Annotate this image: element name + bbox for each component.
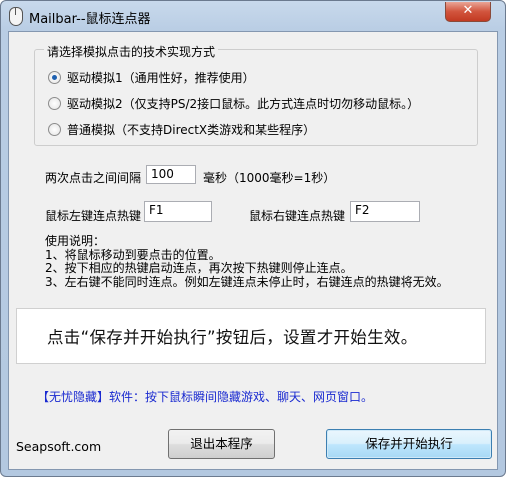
instruction-line: 2、按下相应的热键启动连点，再次按下热键则停止连点。 — [45, 261, 353, 275]
radio-checked-icon[interactable] — [48, 70, 61, 84]
radio-unchecked-icon[interactable] — [48, 122, 61, 136]
radio-option-driver-2[interactable]: 驱动模拟2（仅支持PS/2接口鼠标。此方式连点时切勿移动鼠标。） — [48, 95, 419, 111]
notice-text: 点击“保存并开始执行”按钮后，设置才开始生效。 — [47, 328, 418, 347]
promo-link[interactable]: 【无忧隐藏】软件：按下鼠标瞬间隐藏游戏、聊天、网页窗口。 — [37, 388, 373, 405]
right-hotkey-input[interactable]: F2 — [350, 201, 420, 222]
app-window: Mailbar--鼠标连点器 ✕ 请选择模拟点击的技术实现方式 驱动模拟1（通用… — [0, 0, 506, 477]
radio-option-driver-1[interactable]: 驱动模拟1（通用性好，推荐使用） — [48, 69, 255, 85]
instruction-line: 3、左右键不能同时连点。例如左键连点未停止时，右键连点的热键将无效。 — [45, 274, 449, 289]
radio-option-normal[interactable]: 普通模拟（不支持DirectX类游戏和某些程序） — [48, 121, 315, 137]
method-group-title: 请选择模拟点击的技术实现方式 — [44, 43, 219, 60]
close-button[interactable]: ✕ — [445, 2, 491, 22]
mouse-icon — [9, 7, 23, 26]
radio-unchecked-icon[interactable] — [48, 96, 61, 110]
interval-input[interactable]: 100 — [146, 165, 196, 184]
interval-label: 两次点击之间间隔 — [45, 171, 142, 185]
window-title: Mailbar--鼠标连点器 — [29, 12, 151, 27]
radio-label: 驱动模拟2（仅支持PS/2接口鼠标。此方式连点时切勿移动鼠标。） — [67, 96, 420, 111]
left-hotkey-label: 鼠标左键连点热键 — [45, 209, 142, 223]
radio-label: 驱动模拟1（通用性好，推荐使用） — [67, 70, 255, 85]
left-hotkey-input[interactable]: F1 — [144, 201, 212, 222]
client-area: 请选择模拟点击的技术实现方式 驱动模拟1（通用性好，推荐使用） 驱动模拟2（仅支… — [8, 31, 498, 470]
notice-panel: 点击“保存并开始执行”按钮后，设置才开始生效。 — [16, 308, 486, 364]
instructions: 使用说明： 1、将鼠标移动到要点击的位置。 2、按下相应的热键启动连点，再次按下… — [45, 234, 449, 289]
exit-button[interactable]: 退出本程序 — [168, 429, 275, 459]
right-hotkey-label: 鼠标右键连点热键 — [249, 209, 346, 223]
instructions-title: 使用说明： — [45, 234, 106, 248]
radio-label: 普通模拟（不支持DirectX类游戏和某些程序） — [67, 122, 316, 137]
interval-unit-label: 毫秒（1000毫秒=1秒） — [203, 171, 336, 185]
save-and-start-button[interactable]: 保存并开始执行 — [326, 429, 492, 459]
instruction-line: 1、将鼠标移动到要点击的位置。 — [45, 247, 221, 262]
brand-link[interactable]: Seapsoft.com — [16, 439, 101, 454]
title-bar[interactable]: Mailbar--鼠标连点器 ✕ — [1, 1, 505, 31]
